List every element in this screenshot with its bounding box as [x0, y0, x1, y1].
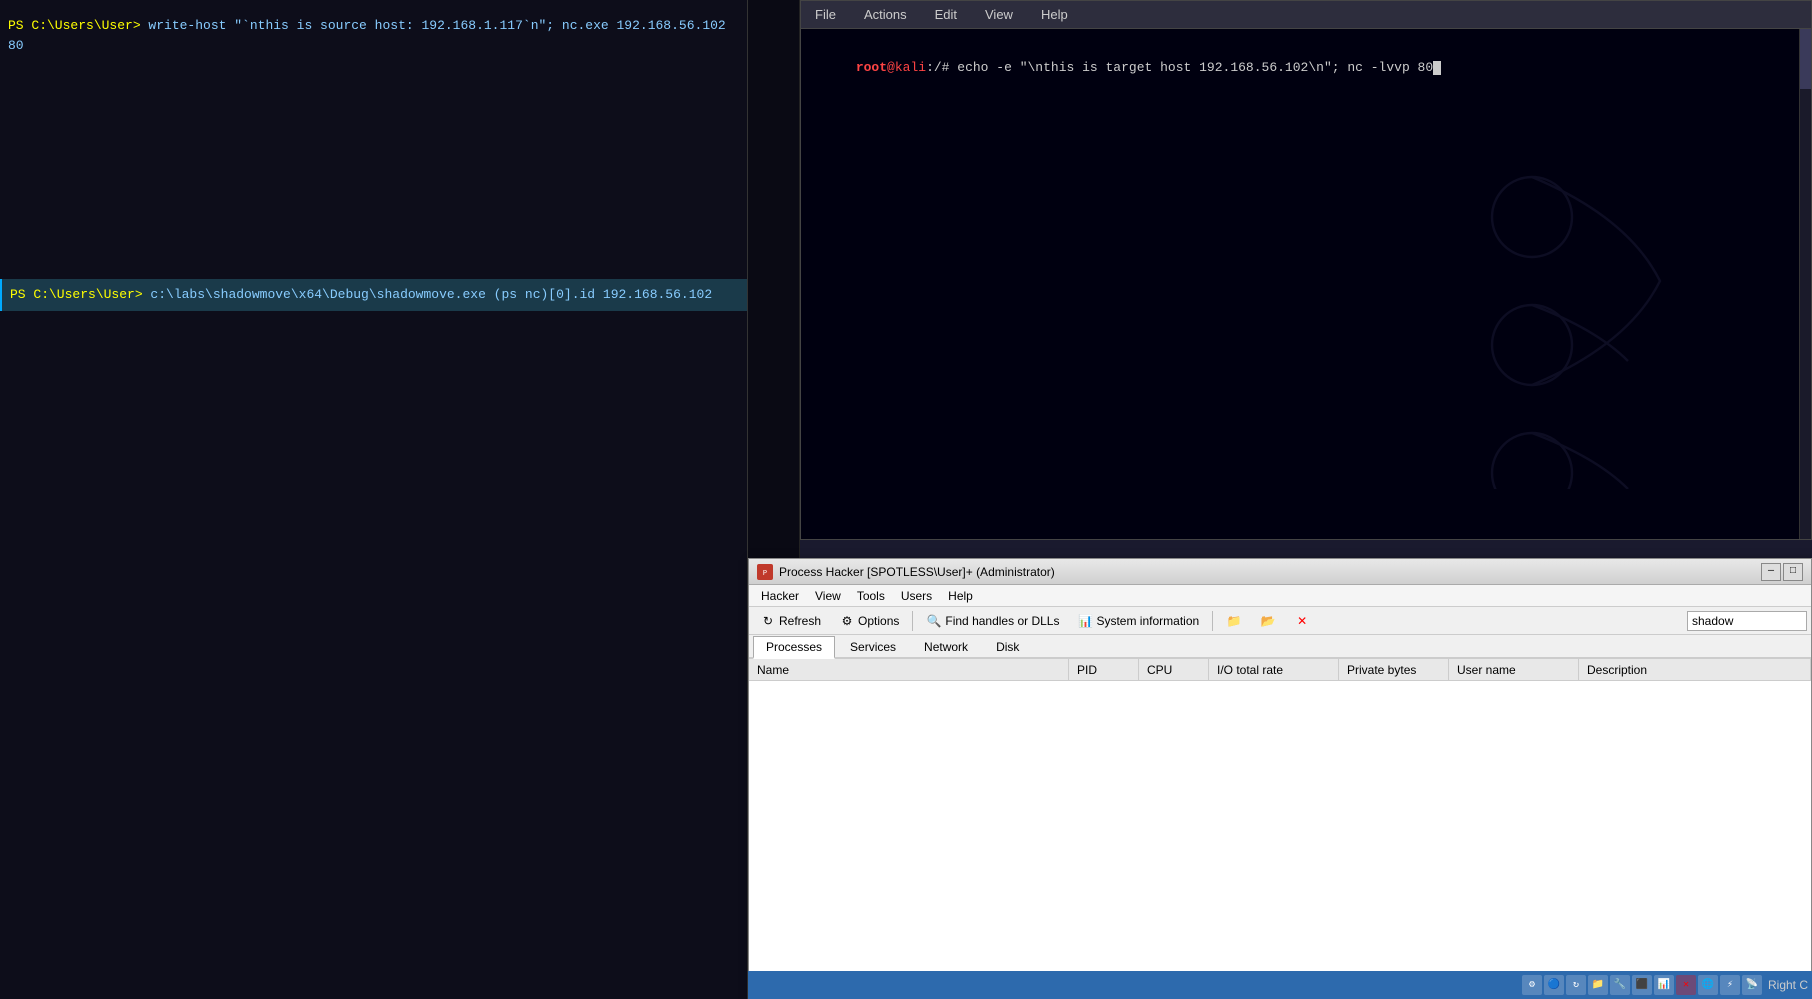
- ps-line-1: PS C:\Users\User> write-host "`nthis is …: [0, 12, 747, 59]
- ph-col-desc: Description: [1579, 659, 1811, 680]
- kali-username: root: [856, 60, 887, 75]
- ph-find-label: Find handles or DLLs: [945, 614, 1059, 628]
- ps-line-2: PS C:\Users\User> c:\labs\shadowmove\x64…: [0, 279, 747, 311]
- ph-menu-help[interactable]: Help: [940, 587, 981, 605]
- ph-system-info-btn[interactable]: 📊 System information: [1070, 610, 1206, 632]
- ph-find-handles-btn[interactable]: 🔍 Find handles or DLLs: [919, 610, 1066, 632]
- kali-hostname: kali: [895, 60, 926, 75]
- taskbar-icon-5[interactable]: 🔧: [1610, 975, 1630, 995]
- taskbar-icon-11[interactable]: 📡: [1742, 975, 1762, 995]
- ph-app-icon: P: [757, 564, 773, 580]
- ph-toolbar-sep-1: [912, 611, 913, 631]
- ph-titlebar: P Process Hacker [SPOTLESS\User]+ (Admin…: [749, 559, 1811, 585]
- kali-menu-file[interactable]: File: [809, 5, 842, 24]
- taskbar-icon-10[interactable]: ⚡: [1720, 975, 1740, 995]
- ph-col-name: Name: [749, 659, 1069, 680]
- ph-tab-processes[interactable]: Processes: [753, 636, 835, 659]
- ph-sysinfo-label: System information: [1096, 614, 1199, 628]
- taskbar-icon-1[interactable]: ⚙: [1522, 975, 1542, 995]
- ph-col-cpu: CPU: [1139, 659, 1209, 680]
- taskbar-icon-7[interactable]: 📊: [1654, 975, 1674, 995]
- svg-text:P: P: [763, 570, 767, 578]
- ph-col-io: I/O total rate: [1209, 659, 1339, 680]
- ph-search-input[interactable]: [1687, 611, 1807, 631]
- ps-prompt-1: PS C:\Users\User>: [8, 18, 141, 33]
- taskbar-icon-6[interactable]: ⬛: [1632, 975, 1652, 995]
- ph-title-text: Process Hacker [SPOTLESS\User]+ (Adminis…: [779, 565, 1055, 579]
- ph-folder2-icon: 📂: [1260, 613, 1276, 629]
- ph-refresh-btn[interactable]: ↻ Refresh: [753, 610, 828, 632]
- ph-table-body: [749, 681, 1811, 976]
- ph-tabs: Processes Services Network Disk: [749, 635, 1811, 659]
- taskbar-icon-4[interactable]: 📁: [1588, 975, 1608, 995]
- powershell-panel: PS C:\Users\User> write-host "`nthis is …: [0, 0, 748, 999]
- kali-menu-help[interactable]: Help: [1035, 5, 1074, 24]
- ph-folder-btn[interactable]: 📁: [1219, 610, 1249, 632]
- ph-tab-network[interactable]: Network: [911, 636, 981, 657]
- ph-col-private: Private bytes: [1339, 659, 1449, 680]
- right-click-label: Right C: [1768, 978, 1808, 992]
- kali-scrollbar-thumb[interactable]: [1800, 29, 1811, 89]
- ph-folder-icon: 📁: [1226, 613, 1242, 629]
- ph-title-left: P Process Hacker [SPOTLESS\User]+ (Admin…: [757, 564, 1055, 580]
- ph-options-icon: ⚙: [839, 613, 855, 629]
- ph-close-btn[interactable]: ✕: [1287, 610, 1317, 632]
- ph-refresh-icon: ↻: [760, 613, 776, 629]
- process-hacker-window: P Process Hacker [SPOTLESS\User]+ (Admin…: [748, 558, 1812, 999]
- ph-sysinfo-icon: 📊: [1077, 613, 1093, 629]
- ph-menu-view[interactable]: View: [807, 587, 849, 605]
- ph-menu-tools[interactable]: Tools: [849, 587, 893, 605]
- kali-terminal[interactable]: File Actions Edit View Help root@kali:/#…: [800, 0, 1812, 540]
- ph-tab-services[interactable]: Services: [837, 636, 909, 657]
- ph-table-header: Name PID CPU I/O total rate Private byte…: [749, 659, 1811, 681]
- ph-window-controls: — □: [1761, 563, 1803, 581]
- kali-command: echo -e "\nthis is target host 192.168.5…: [957, 60, 1433, 75]
- ph-icon-svg: P: [759, 566, 771, 578]
- ph-options-btn[interactable]: ⚙ Options: [832, 610, 906, 632]
- kali-content[interactable]: root@kali:/# echo -e "\nthis is target h…: [801, 29, 1811, 539]
- kali-scrollbar[interactable]: [1799, 29, 1811, 539]
- ph-menu-hacker[interactable]: Hacker: [753, 587, 807, 605]
- ph-close-icon: ✕: [1294, 613, 1310, 629]
- taskbar-icon-3[interactable]: ↻: [1566, 975, 1586, 995]
- kali-dragon-watermark: [1421, 89, 1771, 489]
- taskbar-icon-2[interactable]: 🔵: [1544, 975, 1564, 995]
- ph-col-pid: PID: [1069, 659, 1139, 680]
- ph-menubar: Hacker View Tools Users Help: [749, 585, 1811, 607]
- ph-folder2-btn[interactable]: 📂: [1253, 610, 1283, 632]
- taskbar-icon-8[interactable]: ✕: [1676, 975, 1696, 995]
- gap-area: [748, 0, 800, 560]
- ph-col-user: User name: [1449, 659, 1579, 680]
- ph-options-label: Options: [858, 614, 899, 628]
- kali-menubar: File Actions Edit View Help: [801, 1, 1811, 29]
- ph-refresh-label: Refresh: [779, 614, 821, 628]
- ph-find-icon: 🔍: [926, 613, 942, 629]
- kali-menu-edit[interactable]: Edit: [929, 5, 963, 24]
- kali-menu-actions[interactable]: Actions: [858, 5, 913, 24]
- kali-menu-view[interactable]: View: [979, 5, 1019, 24]
- ph-tab-disk[interactable]: Disk: [983, 636, 1032, 657]
- ph-toolbar-sep-2: [1212, 611, 1213, 631]
- ps-prompt-2: PS C:\Users\User>: [10, 287, 143, 302]
- ps-cmd-2: c:\labs\shadowmove\x64\Debug\shadowmove.…: [143, 287, 713, 302]
- ph-maximize-btn[interactable]: □: [1783, 563, 1803, 581]
- ph-toolbar: ↻ Refresh ⚙ Options 🔍 Find handles or DL…: [749, 607, 1811, 635]
- ph-menu-users[interactable]: Users: [893, 587, 940, 605]
- taskbar-icon-9[interactable]: 🌐: [1698, 975, 1718, 995]
- ph-minimize-btn[interactable]: —: [1761, 563, 1781, 581]
- ph-table-container: Name PID CPU I/O total rate Private byte…: [749, 659, 1811, 976]
- kali-cursor: [1433, 61, 1441, 75]
- taskbar: ⚙ 🔵 ↻ 📁 🔧 ⬛ 📊 ✕ 🌐 ⚡ 📡 Right C: [748, 971, 1812, 999]
